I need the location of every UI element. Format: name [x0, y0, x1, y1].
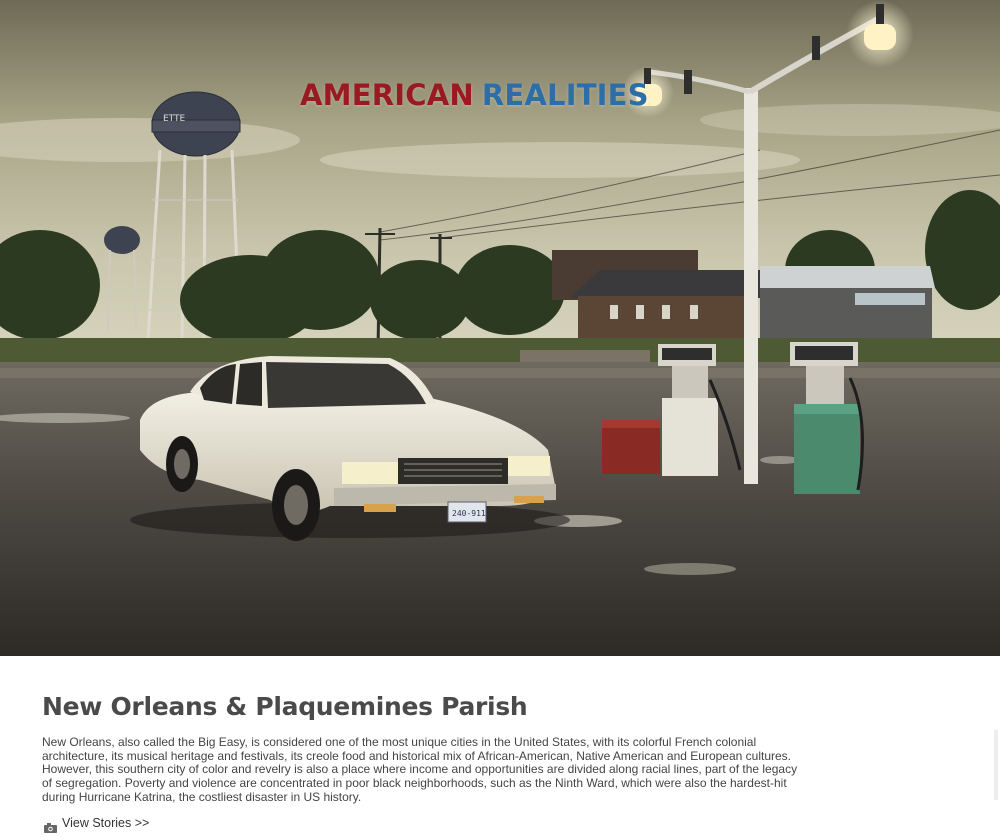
story-description: New Orleans, also called the Big Easy, i…: [42, 735, 798, 804]
site-logo[interactable]: AMERICAN REALITIES: [300, 78, 649, 112]
license-plate: 240-911: [452, 509, 486, 518]
camera-icon: [44, 818, 57, 833]
svg-text:ETTE: ETTE: [163, 114, 186, 124]
story-title: New Orleans & Plaquemines Parish: [42, 692, 528, 721]
page: ETTE 240-911 AMERICAN REALITIES New Orle…: [0, 0, 1000, 840]
hero-photo: ETTE 240-911 AMERICAN REALITIES: [0, 0, 1000, 656]
view-stories-label: View Stories >>: [62, 816, 150, 830]
brand-word-realities: REALITIES: [481, 78, 649, 112]
story-card: New Orleans & Plaquemines Parish New Orl…: [0, 656, 1000, 840]
view-stories-link[interactable]: View Stories >>: [44, 816, 150, 833]
scrollbar[interactable]: [994, 730, 998, 800]
brand-word-american: AMERICAN: [300, 78, 474, 112]
